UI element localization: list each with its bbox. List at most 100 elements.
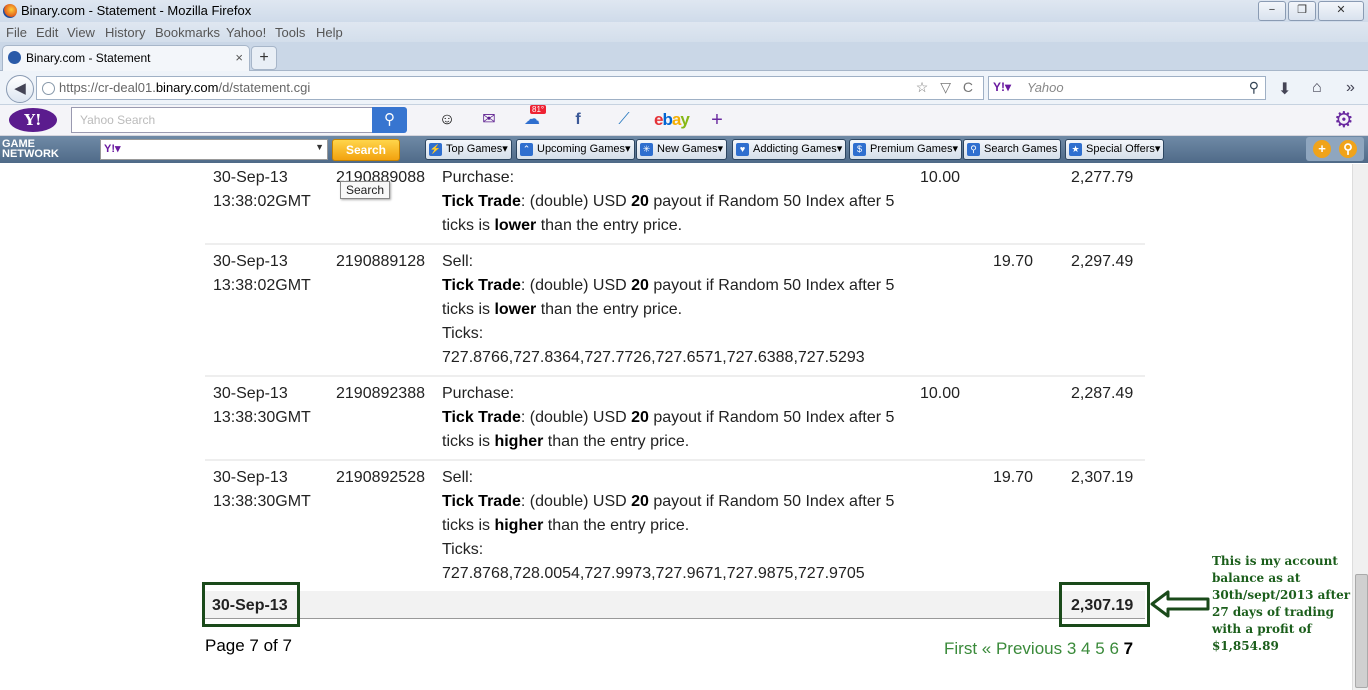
game-toolbar-actions: + ⚲ bbox=[1306, 137, 1364, 161]
search-icon: ⚲ bbox=[967, 143, 980, 156]
scrollbar-thumb[interactable] bbox=[1355, 574, 1368, 688]
yahoo-search-placeholder: Yahoo Search bbox=[80, 113, 156, 127]
game-search-button[interactable]: Search bbox=[332, 139, 400, 161]
previous-page-link[interactable]: « Previous bbox=[982, 639, 1062, 658]
menu-history[interactable]: History bbox=[105, 25, 145, 40]
row-description: Sell: Tick Trade: (double) USD 20 payout… bbox=[442, 469, 895, 582]
menu-edit[interactable]: Edit bbox=[36, 25, 58, 40]
menu-tools[interactable]: Tools bbox=[275, 25, 305, 40]
yahoo-search-button[interactable]: ⚲ bbox=[372, 107, 407, 133]
row-divider bbox=[205, 375, 1145, 377]
row-balance: 2,277.79 bbox=[1071, 169, 1134, 186]
url-bar-icons[interactable]: ☆ ▽ C bbox=[916, 79, 977, 96]
addicting-games-button[interactable]: ♥ Addicting Games▾ bbox=[732, 139, 847, 160]
window-title: Binary.com - Statement - Mozilla Firefox bbox=[21, 3, 252, 18]
page-info: Page 7 of 7 bbox=[205, 636, 292, 655]
menu-file[interactable]: File bbox=[6, 25, 27, 40]
tab-statement[interactable]: Binary.com - Statement × bbox=[2, 45, 250, 71]
new-tab-button[interactable]: + bbox=[251, 46, 277, 70]
star-icon: ★ bbox=[1069, 143, 1082, 156]
home-icon[interactable]: ⌂ bbox=[1312, 79, 1322, 97]
search-engine-icon[interactable]: Y!▾ bbox=[993, 80, 1011, 94]
page-link-5[interactable]: 5 bbox=[1095, 639, 1104, 658]
firefox-icon bbox=[3, 4, 17, 18]
row-credit: 19.70 bbox=[993, 469, 1034, 486]
menu-help[interactable]: Help bbox=[316, 25, 343, 40]
browser-search-bar[interactable]: Y!▾ Yahoo ⚲ bbox=[988, 76, 1266, 100]
tab-close-icon[interactable]: × bbox=[235, 50, 243, 65]
chevron-down-icon[interactable]: ▼ bbox=[315, 142, 324, 152]
row-balance: 2,307.19 bbox=[1071, 469, 1134, 486]
add-icon[interactable]: + bbox=[1313, 140, 1331, 158]
first-page-link[interactable]: First bbox=[944, 639, 977, 658]
gear-icon[interactable]: ⚙ bbox=[1334, 107, 1354, 133]
row-description: Sell: Tick Trade: (double) USD 20 payout… bbox=[442, 253, 895, 366]
close-window-button[interactable]: ✕ bbox=[1318, 1, 1364, 21]
row-balance: 2,297.49 bbox=[1071, 253, 1134, 270]
back-arrow-icon[interactable]: ◀ bbox=[6, 75, 34, 103]
overflow-chevron-icon[interactable]: » bbox=[1346, 79, 1355, 97]
game-network-logo[interactable]: GAME NETWORK bbox=[2, 139, 59, 160]
search-icon[interactable]: ⚲ bbox=[1249, 79, 1259, 96]
upcoming-games-button[interactable]: ⌃ Upcoming Games▾ bbox=[516, 139, 635, 160]
finance-chart-icon[interactable]: ⟋ bbox=[613, 111, 635, 129]
search-games-button[interactable]: ⚲ Search Games bbox=[963, 139, 1062, 160]
navigation-toolbar: ◀ https://cr-deal01.binary.com/d/stateme… bbox=[0, 71, 1368, 105]
messenger-icon[interactable]: ☺ bbox=[436, 111, 458, 129]
engine-icon[interactable]: Y!▾ bbox=[104, 142, 121, 155]
total-row bbox=[205, 591, 1145, 619]
row-credit: 19.70 bbox=[993, 253, 1034, 270]
current-page: 7 bbox=[1123, 639, 1134, 658]
search-tooltip: Search bbox=[340, 181, 391, 199]
row-date: 30-Sep-13 13:38:02GMT bbox=[213, 169, 311, 210]
new-games-button[interactable]: ✳ New Games▾ bbox=[636, 139, 728, 160]
lightning-icon: ⚡ bbox=[429, 143, 442, 156]
row-ref: 2190889128 bbox=[336, 253, 425, 270]
game-search-input[interactable]: Y!▾ ▼ bbox=[100, 139, 328, 160]
page-link-4[interactable]: 4 bbox=[1081, 639, 1090, 658]
binary-favicon-icon bbox=[8, 51, 21, 64]
row-debit: 10.00 bbox=[920, 169, 961, 186]
date-highlight-box bbox=[202, 582, 300, 627]
yahoo-search-input[interactable]: Yahoo Search bbox=[71, 107, 373, 133]
game-network-toolbar: GAME NETWORK Y!▾ ▼ Search ⚡ Top Games▾ ⌃ Up… bbox=[0, 136, 1368, 163]
premium-games-button[interactable]: $ Premium Games▾ bbox=[849, 139, 963, 160]
menu-view[interactable]: View bbox=[67, 25, 95, 40]
page-link-3[interactable]: 3 bbox=[1067, 639, 1076, 658]
annotation-arrow-icon bbox=[1150, 590, 1210, 618]
top-games-button[interactable]: ⚡ Top Games▾ bbox=[425, 139, 512, 160]
url-text[interactable]: https://cr-deal01.binary.com/d/statement… bbox=[59, 80, 310, 95]
heart-icon: ♥ bbox=[736, 143, 749, 156]
sparkle-icon: ✳ bbox=[640, 143, 653, 156]
mail-icon[interactable]: ✉ bbox=[478, 111, 500, 129]
dollar-icon: $ bbox=[853, 143, 866, 156]
row-date: 30-Sep-13 13:38:30GMT bbox=[213, 385, 311, 426]
row-date: 30-Sep-13 13:38:02GMT bbox=[213, 253, 311, 294]
add-icon[interactable]: + bbox=[706, 110, 728, 130]
page-link-6[interactable]: 6 bbox=[1109, 639, 1118, 658]
ebay-logo[interactable]: ebay bbox=[654, 110, 690, 130]
row-ref: 2190892528 bbox=[336, 469, 425, 486]
tab-bar: Binary.com - Statement × + bbox=[0, 42, 1368, 71]
special-offers-button[interactable]: ★ Special Offers▾ bbox=[1065, 139, 1165, 160]
minimize-button[interactable]: − bbox=[1258, 1, 1286, 21]
vertical-scrollbar[interactable] bbox=[1352, 164, 1368, 690]
download-icon[interactable]: ⬇ bbox=[1278, 79, 1291, 99]
row-balance: 2,287.49 bbox=[1071, 385, 1134, 402]
maximize-button[interactable]: ❐ bbox=[1288, 1, 1316, 21]
menu-yahoo[interactable]: Yahoo! bbox=[226, 25, 266, 40]
window-controls: − ❐ ✕ bbox=[1258, 1, 1364, 21]
up-arrow-icon: ⌃ bbox=[520, 143, 533, 156]
search-icon[interactable]: ⚲ bbox=[1339, 140, 1357, 158]
globe-icon bbox=[42, 82, 55, 95]
row-debit: 10.00 bbox=[920, 385, 961, 402]
facebook-icon[interactable]: f bbox=[567, 111, 589, 129]
row-divider bbox=[205, 459, 1145, 461]
yahoo-toolbar: Y! Yahoo Search ⚲ ☺ ✉ ☁ 81° f ⟋ ebay + ⚙ bbox=[0, 105, 1368, 136]
menu-bookmarks[interactable]: Bookmarks bbox=[155, 25, 220, 40]
window-titlebar: Binary.com - Statement - Mozilla Firefox… bbox=[0, 0, 1368, 22]
tab-label: Binary.com - Statement bbox=[26, 51, 151, 65]
url-bar[interactable]: https://cr-deal01.binary.com/d/statement… bbox=[36, 76, 984, 100]
yahoo-logo[interactable]: Y! bbox=[9, 108, 57, 132]
annotation-note: This is my account balance as at 30th/se… bbox=[1212, 554, 1351, 653]
